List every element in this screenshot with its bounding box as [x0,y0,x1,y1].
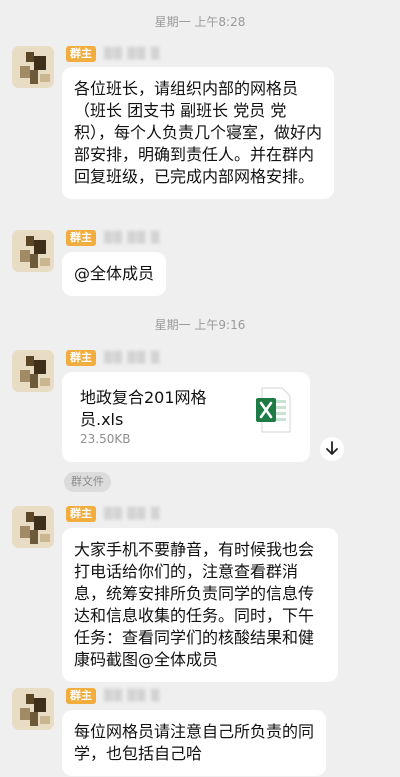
download-icon[interactable] [320,437,344,461]
role-badge: 群主 [66,506,96,522]
avatar[interactable] [12,230,54,272]
avatar[interactable] [12,688,54,730]
message-bubble[interactable]: 每位网格员请注意自己所负责的同学，也包括自己哈 [62,710,326,776]
sender-name: ▒▒ ▒▒ ▒ [104,689,161,702]
sender-name: ▒▒ ▒▒ ▒ [104,351,161,364]
role-badge: 群主 [66,230,96,246]
avatar[interactable] [12,350,54,392]
group-file-tag[interactable]: 群文件 [64,472,111,492]
file-size: 23.50KB [80,432,131,446]
file-message-card[interactable]: 地政复合201网格员.xls 23.50KB [62,372,310,462]
message-bubble[interactable]: 各位班长，请组织内部的网格员（班长 团支书 副班长 党员 党积），每个人负责几个… [62,67,334,199]
avatar[interactable] [12,506,54,548]
role-badge: 群主 [66,350,96,366]
message-bubble[interactable]: 大家手机不要静音，有时候我也会打电话给你们的，注意查看群消息，统筹安排所负责同学… [62,528,338,682]
timestamp: 星期一 上午8:28 [154,15,246,29]
excel-file-icon [254,386,292,434]
role-badge: 群主 [66,688,96,704]
sender-name: ▒▒ ▒▒ ▒ [104,47,161,60]
avatar[interactable] [12,46,54,88]
timestamp: 星期一 上午9:16 [154,318,246,332]
file-name: 地政复合201网格员.xls [80,388,207,429]
sender-name: ▒▒ ▒▒ ▒ [104,507,161,520]
sender-name: ▒▒ ▒▒ ▒ [104,231,161,244]
message-bubble[interactable]: @全体成员 [62,252,167,296]
role-badge: 群主 [66,46,96,62]
